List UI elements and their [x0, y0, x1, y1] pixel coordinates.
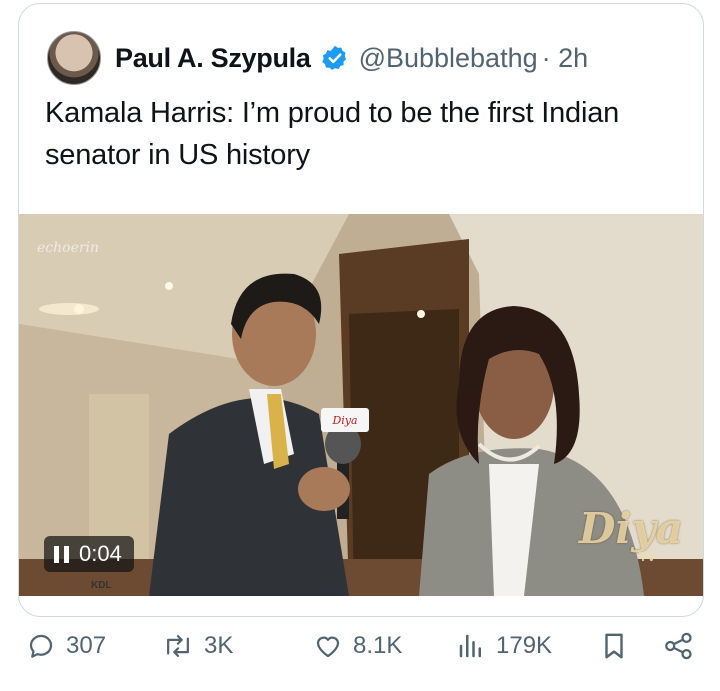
share-icon	[665, 632, 692, 660]
video-elapsed-time: 0:04	[79, 541, 122, 566]
view-count: 179K	[496, 632, 553, 659]
author-handle[interactable]: @Bubblebathɡ	[359, 43, 538, 74]
verified-badge-icon	[321, 44, 349, 72]
channel-logo-sub: TV	[639, 549, 656, 564]
pause-icon[interactable]	[54, 545, 69, 563]
repost-button[interactable]: 3K	[162, 623, 233, 669]
tweet-actions: 307 3K 8.1K 179K	[0, 623, 720, 669]
tweet-time[interactable]: · 2h	[542, 43, 589, 74]
like-icon	[316, 636, 340, 658]
reply-count: 307	[66, 632, 107, 659]
reply-icon	[29, 634, 53, 658]
like-button[interactable]: 8.1K	[313, 623, 402, 669]
video-watermark: echoerin	[37, 240, 100, 256]
mic-flag: Diya	[321, 408, 369, 432]
tweet-header: Paul A. Szypula @Bubblebathɡ · 2h	[47, 31, 589, 85]
views-button[interactable]: 179K	[456, 623, 552, 669]
reply-button[interactable]: 307	[26, 623, 106, 669]
author-name[interactable]: Paul A. Szypula	[115, 43, 311, 74]
video-playback-control[interactable]: 0:04	[44, 536, 134, 572]
bookmark-button[interactable]	[600, 623, 638, 669]
tweet-card[interactable]: Paul A. Szypula @Bubblebathɡ · 2h Kamala…	[18, 3, 704, 617]
repost-count: 3K	[204, 632, 234, 659]
equipment-tag: KDL	[91, 580, 112, 591]
avatar[interactable]	[47, 31, 101, 85]
share-button[interactable]	[662, 623, 706, 669]
repost-icon	[167, 635, 189, 657]
channel-logo: Diya	[579, 504, 683, 553]
video-player[interactable]: echoerin Diya Diya TV KDL 0:04	[19, 214, 703, 596]
like-count: 8.1K	[353, 632, 403, 659]
tweet-text: Kamala Harris: I’m proud to be the first…	[45, 97, 620, 171]
views-icon	[459, 634, 481, 658]
bookmark-icon	[605, 633, 623, 659]
